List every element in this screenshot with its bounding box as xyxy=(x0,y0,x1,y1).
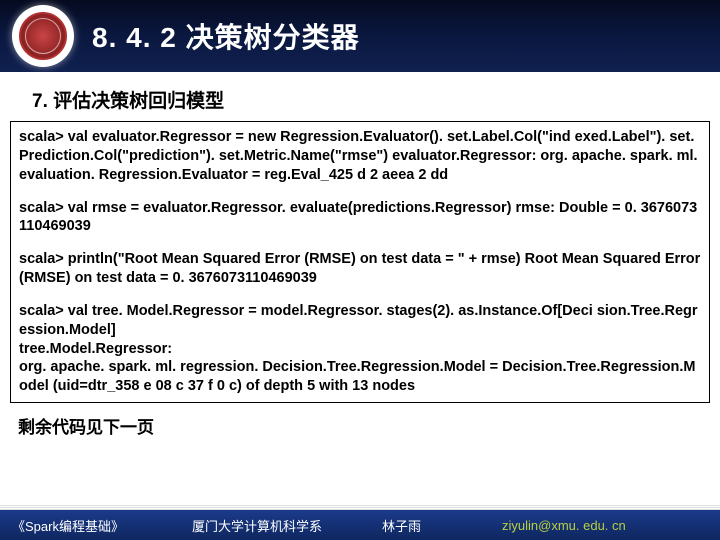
code-line: scala> println("Root Mean Squared Error … xyxy=(19,250,701,288)
footer-email: ziyulin@xmu. edu. cn xyxy=(502,518,708,533)
footer-book: 《Spark编程基础》 xyxy=(12,516,192,535)
footer-author: 林子雨 xyxy=(382,516,502,535)
slide-header: 8. 4. 2 决策树分类器 xyxy=(0,0,720,72)
continuation-note: 剩余代码见下一页 xyxy=(18,413,720,438)
code-block: scala> val evaluator.Regressor = new Reg… xyxy=(10,121,710,403)
section-subtitle: 7. 评估决策树回归模型 xyxy=(32,86,720,113)
university-logo xyxy=(12,5,74,67)
slide-footer: 《Spark编程基础》 厦门大学计算机科学系 林子雨 ziyulin@xmu. … xyxy=(0,510,720,540)
slide-title: 8. 4. 2 决策树分类器 xyxy=(92,16,360,56)
footer-dept: 厦门大学计算机科学系 xyxy=(192,516,382,535)
code-line: scala> val tree. Model.Regressor = model… xyxy=(19,302,701,396)
code-line: scala> val evaluator.Regressor = new Reg… xyxy=(19,128,701,185)
code-line: scala> val rmse = evaluator.Regressor. e… xyxy=(19,199,701,237)
